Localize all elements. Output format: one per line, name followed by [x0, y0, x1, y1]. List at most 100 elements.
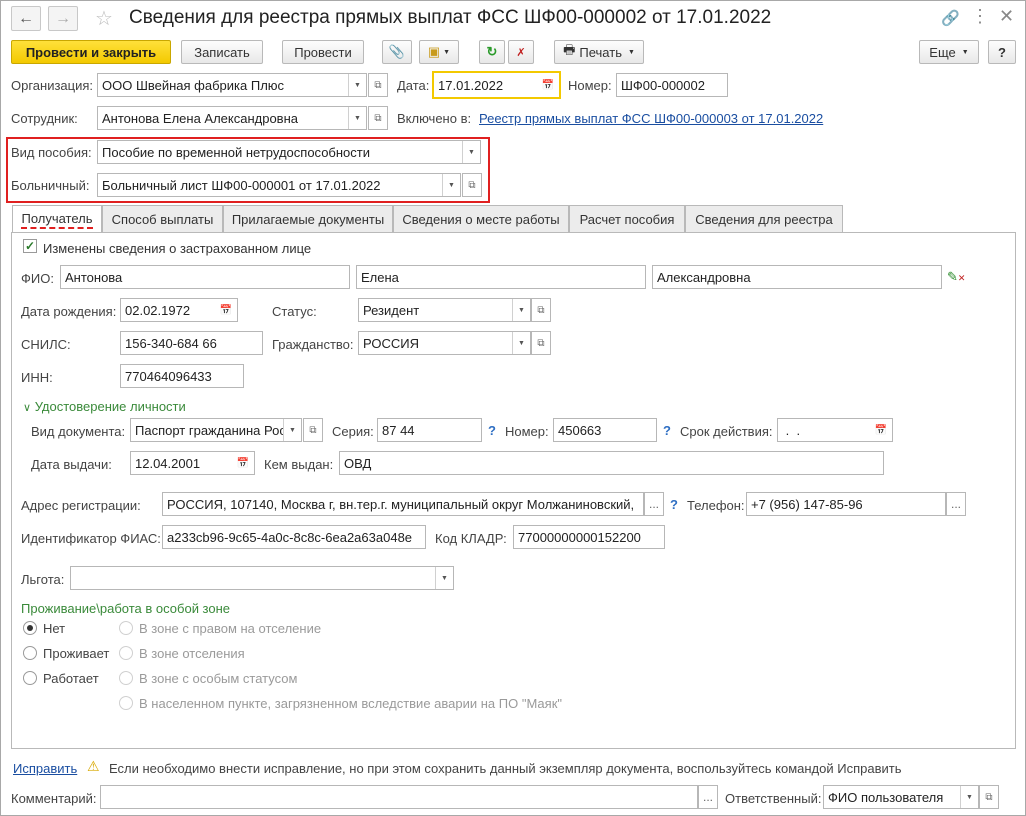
zone-special-status-radio[interactable]	[119, 671, 133, 685]
open-employee-icon[interactable]: ⧉	[368, 106, 388, 130]
attach-button[interactable]: 📎	[382, 40, 412, 64]
zone-lives-radio[interactable]	[23, 646, 37, 660]
cancel-posting-button[interactable]: ✗	[508, 40, 534, 64]
post-button[interactable]: Провести	[282, 40, 364, 64]
zone-resettlement-label: В зоне отселения	[139, 646, 245, 661]
calendar-icon[interactable]: 📅	[215, 299, 237, 321]
doc-number-field[interactable]: 450663	[553, 418, 657, 442]
chevron-down-icon[interactable]: ▼	[960, 786, 978, 808]
employee-field[interactable]: Антонова Елена Александровна ▼	[97, 106, 367, 130]
open-citizenship-icon[interactable]: ⧉	[531, 331, 551, 355]
fix-link[interactable]: Исправить	[13, 761, 77, 776]
refresh-button[interactable]: ↻	[479, 40, 505, 64]
open-doc-type-icon[interactable]: ⧉	[303, 418, 323, 442]
chevron-down-icon[interactable]: ▼	[462, 141, 480, 163]
kladr-field[interactable]: 77000000000152200	[513, 525, 665, 549]
address-field[interactable]: РОССИЯ, 107140, Москва г, вн.тер.г. муни…	[162, 492, 644, 516]
org-label: Организация:	[11, 78, 94, 93]
last-name-field[interactable]: Антонова	[60, 265, 350, 289]
responsible-field[interactable]: ФИО пользователя ▼	[823, 785, 979, 809]
registry-link[interactable]: Реестр прямых выплат ФСС ШФ00-000003 от …	[479, 111, 823, 126]
date-field[interactable]: 17.01.2022 📅	[432, 71, 561, 99]
number-field[interactable]: ШФ00-000002	[616, 73, 728, 97]
tab-registry-info[interactable]: Сведения для реестра	[685, 205, 843, 232]
chevron-down-icon[interactable]: ▼	[442, 174, 460, 196]
phone-select-button[interactable]: ...	[946, 492, 966, 516]
chevron-down-icon[interactable]: ▼	[512, 299, 530, 321]
status-field[interactable]: Резидент ▼	[358, 298, 531, 322]
open-org-icon[interactable]: ⧉	[368, 73, 388, 97]
changed-checkbox[interactable]: ✓	[23, 239, 37, 253]
zone-resettlement-right-label: В зоне с правом на отселение	[139, 621, 322, 636]
arrow-left-icon: ←	[18, 9, 34, 27]
issue-date-field[interactable]: 12.04.2001 📅	[130, 451, 255, 475]
phone-field[interactable]: +7 (956) 147-85-96	[746, 492, 946, 516]
middle-name-field[interactable]: Александровна	[652, 265, 942, 289]
included-label: Включено в:	[397, 111, 472, 126]
tab-benefit-calculation[interactable]: Расчет пособия	[569, 205, 685, 232]
privilege-label: Льгота:	[21, 572, 65, 587]
forward-button[interactable]: →	[48, 6, 78, 31]
calendar-icon[interactable]: 📅	[232, 452, 254, 474]
favorite-star-icon[interactable]: ☆	[95, 6, 113, 31]
address-select-button[interactable]: ...	[644, 492, 664, 516]
series-field[interactable]: 87 44	[377, 418, 482, 442]
post-and-close-button[interactable]: Провести и закрыть	[11, 40, 171, 64]
link-icon[interactable]: 🔗	[941, 9, 960, 27]
create-based-on-button[interactable]: ▣ ▼	[419, 40, 459, 64]
sick-leave-field[interactable]: Больничный лист ШФ00-000001 от 17.01.202…	[97, 173, 461, 197]
back-button[interactable]: ←	[11, 6, 41, 31]
employee-label: Сотрудник:	[11, 111, 78, 126]
comment-field[interactable]	[100, 785, 698, 809]
address-help-icon[interactable]: ?	[670, 497, 678, 512]
zone-works-radio[interactable]	[23, 671, 37, 685]
close-icon[interactable]: ✕	[999, 6, 1014, 27]
snils-field[interactable]: 156-340-684 66	[120, 331, 263, 355]
number-help-icon[interactable]: ?	[663, 423, 671, 438]
warning-text: Если необходимо внести исправление, но п…	[109, 761, 902, 776]
paperclip-icon: 📎	[388, 44, 406, 59]
save-button[interactable]: Записать	[181, 40, 263, 64]
citizenship-field[interactable]: РОССИЯ ▼	[358, 331, 531, 355]
cancel-post-icon: ✗	[516, 46, 526, 59]
org-field[interactable]: ООО Швейная фабрика Плюс ▼	[97, 73, 367, 97]
status-label: Статус:	[272, 304, 317, 319]
help-button[interactable]: ?	[988, 40, 1016, 64]
chevron-down-icon[interactable]: ▼	[348, 74, 366, 96]
sick-leave-label: Больничный:	[11, 178, 90, 193]
open-status-icon[interactable]: ⧉	[531, 298, 551, 322]
calendar-icon[interactable]: 📅	[537, 73, 559, 97]
doc-type-field[interactable]: Паспорт гражданина Рос ▼	[130, 418, 302, 442]
open-responsible-icon[interactable]: ⧉	[979, 785, 999, 809]
validity-field[interactable]: . . 📅	[777, 418, 893, 442]
series-help-icon[interactable]: ?	[488, 423, 496, 438]
edit-fio-icon[interactable]: ✎✕	[947, 269, 965, 285]
zone-mayak-radio[interactable]	[119, 696, 133, 710]
birth-date-field[interactable]: 02.02.1972 📅	[120, 298, 238, 322]
zone-none-radio[interactable]	[23, 621, 37, 635]
print-button[interactable]: 🖶 Печать ▼	[554, 40, 644, 64]
chevron-down-icon[interactable]: ▼	[435, 567, 453, 589]
doc-type-label: Вид документа:	[31, 424, 126, 439]
tab-recipient[interactable]: Получатель	[12, 205, 102, 233]
chevron-down-icon[interactable]: ▼	[283, 419, 301, 441]
id-section-toggle[interactable]: ∨ Удостоверение личности	[23, 399, 186, 414]
benefit-type-field[interactable]: Пособие по временной нетрудоспособности ▼	[97, 140, 481, 164]
privilege-field[interactable]: ▼	[70, 566, 454, 590]
first-name-field[interactable]: Елена	[356, 265, 646, 289]
more-menu-button[interactable]: Еще ▼	[919, 40, 979, 64]
zone-resettlement-right-radio[interactable]	[119, 621, 133, 635]
zone-resettlement-radio[interactable]	[119, 646, 133, 660]
tab-attached-documents[interactable]: Прилагаемые документы	[223, 205, 393, 232]
open-sick-leave-icon[interactable]: ⧉	[462, 173, 482, 197]
calendar-icon[interactable]: 📅	[870, 419, 892, 441]
inn-field[interactable]: 770464096433	[120, 364, 244, 388]
fias-field[interactable]: a233cb96-9c65-4a0c-8c8c-6ea2a63a048e	[162, 525, 426, 549]
tab-payment-method[interactable]: Способ выплаты	[102, 205, 223, 232]
tab-workplace-info[interactable]: Сведения о месте работы	[393, 205, 569, 232]
comment-expand-button[interactable]: ...	[698, 785, 718, 809]
issued-by-field[interactable]: ОВД	[339, 451, 884, 475]
more-options-icon[interactable]: ⋮	[971, 6, 989, 27]
chevron-down-icon[interactable]: ▼	[348, 107, 366, 129]
chevron-down-icon[interactable]: ▼	[512, 332, 530, 354]
